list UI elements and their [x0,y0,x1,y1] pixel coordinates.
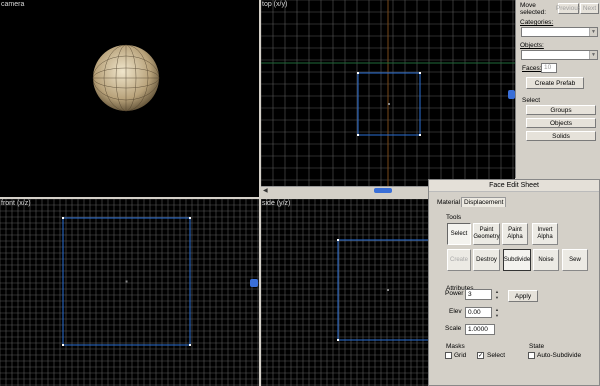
selection-handle [189,217,191,219]
subdivide-button[interactable]: Subdivide [503,249,531,271]
next-button[interactable]: Next [580,3,599,14]
selection-handle [357,134,359,136]
tab-displacement[interactable]: Displacement [461,197,507,207]
center-handle [387,289,389,291]
selection-handle [419,72,421,74]
state-label: State [528,343,546,350]
center-handle [125,280,128,283]
viewport-title: front (x/z) [1,200,31,207]
categories-label: Categories: [520,19,554,26]
center-handle [388,103,390,105]
selection-handle [357,72,359,74]
solids-button[interactable]: Solids [526,131,596,141]
elev-input[interactable]: 0.00 [465,307,492,318]
destroy-button[interactable]: Destroy [473,249,500,271]
viewport-title: top (x/y) [262,1,288,8]
selection-handle [62,344,64,346]
top-viewport[interactable]: top (x/y) [261,0,515,186]
select-mask-label: Select [487,352,506,359]
scale-label: Scale [445,325,462,332]
dialog-title: Face Edit Sheet [429,180,599,192]
faces-input[interactable]: 10 [541,63,557,73]
tab-material[interactable]: Material [435,198,462,207]
scroll-thumb[interactable] [374,188,392,193]
front-viewport[interactable]: front (x/z) [0,199,259,386]
elev-spin-up-icon[interactable]: ▲ [494,307,500,312]
selection-handle [337,239,339,241]
camera-viewport[interactable]: camera [0,0,259,197]
grid-label: Grid [454,352,467,359]
noise-button[interactable]: Noise [533,249,559,271]
grid [261,199,428,386]
select-tool-button[interactable]: Select [447,223,471,245]
viewport-title: side (y/z) [262,200,291,207]
auto-subdivide-label: Auto-Subdivide [537,352,582,359]
paint-alpha-button[interactable]: Paint Alpha [502,223,528,245]
categories-dropdown[interactable]: ▼ [521,27,598,37]
grid [261,0,515,186]
object-panel: Move selected: Previous Next Categories:… [515,0,600,178]
faces-label: Faces: [522,65,542,72]
objects-dropdown[interactable]: ▼ [521,50,598,60]
elev-label: Elev [449,308,462,315]
viewport-title: camera [1,1,25,8]
previous-button[interactable]: Previous [556,3,581,14]
objects-label: Objects: [520,42,544,49]
power-spin-up-icon[interactable]: ▲ [494,289,500,294]
sew-button[interactable]: Sew [562,249,588,271]
displacement-sphere [92,44,160,112]
grid [0,199,259,386]
elev-spin-down-icon[interactable]: ▼ [494,313,500,318]
auto-subdivide-checkbox[interactable] [528,352,535,359]
grid-checkbox[interactable] [445,352,452,359]
power-input[interactable]: 3 [465,289,492,300]
invert-alpha-button[interactable]: Invert Alpha [532,223,558,245]
paint-geometry-button[interactable]: Paint Geometry [473,223,500,245]
create-prefab-button[interactable]: Create Prefab [526,77,584,89]
selection-handle [62,217,64,219]
face-edit-sheet: Face Edit Sheet Material Displacement To… [428,179,600,386]
power-spin-down-icon[interactable]: ▼ [494,295,500,300]
selection-handle [189,344,191,346]
scale-input[interactable]: 1.0000 [465,324,495,335]
create-button[interactable]: Create [447,249,471,271]
apply-button[interactable]: Apply [508,290,538,302]
chevron-down-icon: ▼ [589,51,597,59]
select-label: Select [522,97,541,104]
chevron-down-icon: ▼ [589,28,597,36]
move-selected-label: Move selected: [520,2,547,16]
selection-handle [337,339,339,341]
scroll-left-icon[interactable]: ◀ [263,187,268,194]
objects-button[interactable]: Objects [526,118,596,128]
masks-label: Masks [445,343,466,350]
tools-label: Tools [445,214,463,221]
side-viewport[interactable]: side (y/z) [261,199,428,386]
groups-button[interactable]: Groups [526,105,596,115]
selection-handle [419,134,421,136]
select-mask-checkbox[interactable]: ✓ [477,352,484,359]
power-label: Power [445,290,464,297]
front-scroll-thumb[interactable] [250,279,258,287]
vertical-scroll-thumb[interactable] [508,90,515,99]
